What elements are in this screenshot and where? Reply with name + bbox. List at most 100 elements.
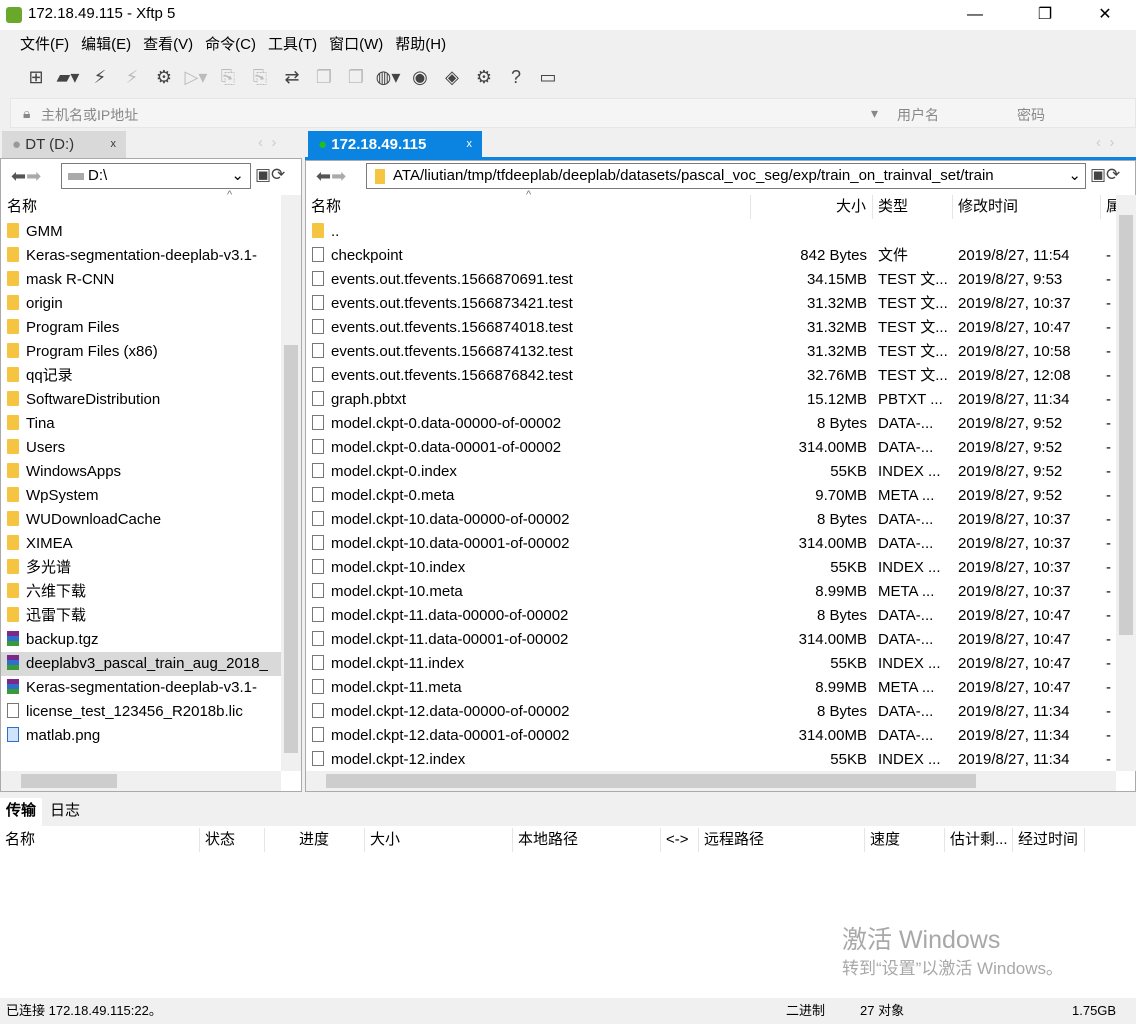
transfer-column-header[interactable]: <-> (661, 828, 699, 852)
file-row[interactable]: checkpoint 842 Bytes 文件 2019/8/27, 11:54 - (306, 244, 1116, 268)
file-row[interactable]: model.ckpt-0.data-00001-of-00002 314.00MB… (306, 436, 1116, 460)
file-row[interactable]: events.out.tfevents.1566874132.test 31.32… (306, 340, 1116, 364)
list-item[interactable]: GMM (1, 220, 281, 244)
paste-icon[interactable]: ❐ (343, 64, 369, 90)
scroll-thumb[interactable] (284, 345, 298, 753)
up-folder-refresh-icons[interactable]: ▣⟳ (1090, 165, 1120, 185)
back-icon[interactable]: ⬅➡ (11, 166, 41, 187)
list-item[interactable]: SoftwareDistribution (1, 388, 281, 412)
file-row[interactable]: model.ckpt-10.data-00000-of-00002 8 Bytes… (306, 508, 1116, 532)
file-row[interactable]: model.ckpt-12.data-00001-of-00002 314.00M… (306, 724, 1116, 748)
column-header[interactable]: 大小 (751, 195, 873, 219)
list-item[interactable]: 迅雷下载 (1, 604, 281, 628)
local-path-select[interactable]: D:\ ⌄ (61, 163, 251, 189)
chat-icon[interactable]: ▭ (535, 64, 561, 90)
close-tab-icon[interactable]: x (467, 131, 473, 158)
new-session-icon[interactable]: ⊞ (23, 64, 49, 90)
file-row[interactable]: model.ckpt-11.meta 8.99MB META ... 2019/8/2… (306, 676, 1116, 700)
open-folder-icon[interactable]: ▰▾ (55, 64, 81, 90)
tab-scroll-arrows[interactable]: ‹ › (1096, 134, 1114, 151)
connect-icon[interactable]: ⚡ (87, 64, 113, 90)
column-header[interactable]: 修改时间 (953, 195, 1101, 219)
username-input[interactable]: 用户名 (897, 105, 939, 125)
tab-remote[interactable]: ● 172.18.49.115 x (308, 131, 482, 158)
xftp-icon[interactable]: ◈ (439, 64, 465, 90)
list-item[interactable]: license_test_123456_R2018b.lic (1, 700, 281, 724)
password-input[interactable]: 密码 (1017, 105, 1045, 125)
list-item[interactable]: Program Files (1, 316, 281, 340)
menu-item[interactable]: 窗口(W) (323, 30, 389, 60)
globe-icon[interactable]: ◍▾ (375, 64, 401, 90)
file-row[interactable]: model.ckpt-10.data-00001-of-00002 314.00M… (306, 532, 1116, 556)
list-item[interactable]: 六维下载 (1, 580, 281, 604)
scroll-thumb[interactable] (326, 774, 976, 788)
file-row[interactable]: model.ckpt-0.index 55KB INDEX ... 2019/8/27… (306, 460, 1116, 484)
help-icon[interactable]: ? (503, 64, 529, 90)
local-vertical-scrollbar[interactable] (281, 195, 301, 771)
file-row[interactable]: events.out.tfevents.1566870691.test 34.15… (306, 268, 1116, 292)
xshell-icon[interactable]: ◉ (407, 64, 433, 90)
menu-item[interactable]: 帮助(H) (389, 30, 452, 60)
list-item[interactable]: Keras-segmentation-deeplab-v3.1- (1, 244, 281, 268)
file-row[interactable]: model.ckpt-11.data-00001-of-00002 314.00M… (306, 628, 1116, 652)
column-header-name[interactable]: 名称 (7, 195, 37, 219)
file-row[interactable]: .. (306, 220, 1116, 244)
file-row[interactable]: model.ckpt-10.index 55KB INDEX ... 2019/8/2… (306, 556, 1116, 580)
close-tab-icon[interactable]: x (111, 131, 117, 158)
list-item[interactable]: mask R-CNN (1, 268, 281, 292)
download-icon[interactable]: ⎘ (247, 64, 273, 90)
minimize-button[interactable]: — (952, 0, 998, 30)
tab-scroll-arrows[interactable]: ‹ › (258, 134, 276, 151)
maximize-button[interactable]: ❐ (1022, 0, 1068, 30)
host-input[interactable]: 主机名或IP地址 (41, 105, 138, 125)
scroll-thumb[interactable] (21, 774, 117, 788)
properties-icon[interactable]: ⚙ (151, 64, 177, 90)
list-item[interactable]: origin (1, 292, 281, 316)
upload-icon[interactable]: ⎘ (215, 64, 241, 90)
list-item[interactable]: XIMEA (1, 532, 281, 556)
transfer-column-header[interactable]: 速度 (865, 828, 945, 852)
close-button[interactable]: ✕ (1082, 0, 1128, 30)
menu-item[interactable]: 文件(F) (14, 30, 75, 60)
transfer-column-header[interactable]: 状态 (200, 828, 265, 852)
file-row[interactable]: model.ckpt-11.index 55KB INDEX ... 2019/8/2… (306, 652, 1116, 676)
list-item[interactable]: backup.tgz (1, 628, 281, 652)
settings-icon[interactable]: ⚙ (471, 64, 497, 90)
remote-horizontal-scrollbar[interactable] (306, 771, 1116, 791)
list-item[interactable]: matlab.png (1, 724, 281, 748)
scroll-thumb[interactable] (1119, 215, 1133, 635)
column-header[interactable]: 类型 (873, 195, 953, 219)
transfer-column-header[interactable]: 本地路径 (513, 828, 661, 852)
list-item[interactable]: WindowsApps (1, 460, 281, 484)
file-row[interactable]: events.out.tfevents.1566876842.test 32.76… (306, 364, 1116, 388)
transfer-column-header[interactable]: 经过时间 (1013, 828, 1085, 852)
file-row[interactable]: model.ckpt-0.data-00000-of-00002 8 Bytes D… (306, 412, 1116, 436)
file-row[interactable]: model.ckpt-12.index 55KB INDEX ... 2019/8/2… (306, 748, 1116, 772)
menu-item[interactable]: 工具(T) (262, 30, 323, 60)
remote-vertical-scrollbar[interactable] (1116, 195, 1136, 771)
file-row[interactable]: graph.pbtxt 15.12MB PBTXT ... 2019/8/27, 11… (306, 388, 1116, 412)
tab-log[interactable]: 日志 (50, 798, 80, 824)
menu-item[interactable]: 查看(V) (137, 30, 199, 60)
menu-item[interactable]: 编辑(E) (75, 30, 137, 60)
copy-icon[interactable]: ❐ (311, 64, 337, 90)
list-item[interactable]: Tina (1, 412, 281, 436)
transfer-column-header[interactable]: 名称 (0, 828, 200, 852)
remote-path-select[interactable]: ATA/liutian/tmp/tfdeeplab/deeplab/datase… (366, 163, 1086, 189)
transfer-column-header[interactable]: 进度 (265, 828, 365, 852)
play-icon[interactable]: ▷▾ (183, 64, 209, 90)
file-row[interactable]: events.out.tfevents.1566874018.test 31.32… (306, 316, 1116, 340)
file-row[interactable]: model.ckpt-10.meta 8.99MB META ... 2019/8/2… (306, 580, 1116, 604)
list-item[interactable]: WpSystem (1, 484, 281, 508)
back-icon[interactable]: ⬅➡ (316, 166, 346, 187)
up-folder-refresh-icons[interactable]: ▣⟳ (255, 165, 285, 185)
menu-item[interactable]: 命令(C) (199, 30, 262, 60)
local-horizontal-scrollbar[interactable] (1, 771, 281, 791)
host-dropdown-icon[interactable]: ▾ (871, 105, 878, 122)
tab-local[interactable]: ● DT (D:) x (2, 131, 126, 158)
list-item[interactable]: qq记录 (1, 364, 281, 388)
list-item[interactable]: deeplabv3_pascal_train_aug_2018_ (1, 652, 281, 676)
disconnect-icon[interactable]: ⚡ (119, 64, 145, 90)
list-item[interactable]: Program Files (x86) (1, 340, 281, 364)
list-item[interactable]: Keras-segmentation-deeplab-v3.1- (1, 676, 281, 700)
